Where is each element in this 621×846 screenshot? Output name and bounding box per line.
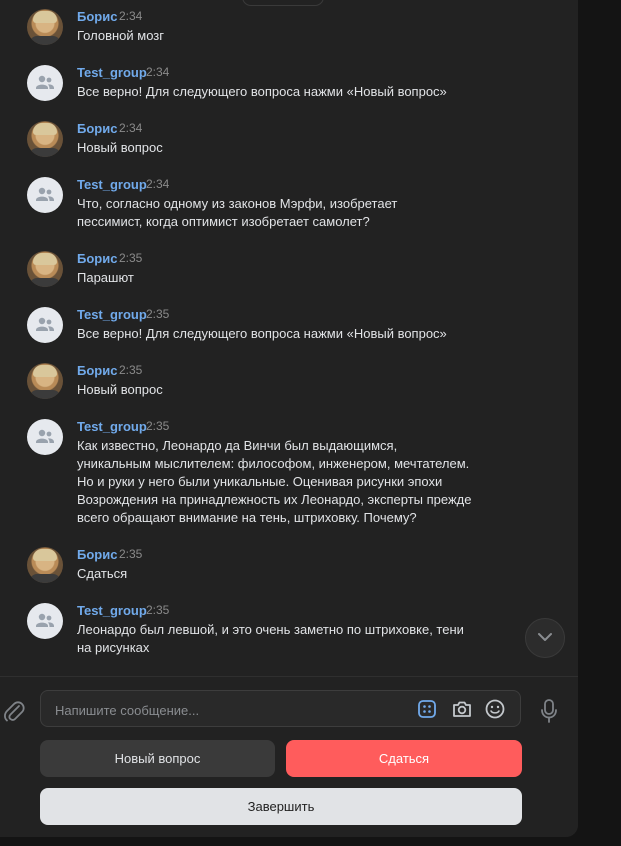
avatar[interactable] <box>27 121 63 157</box>
group-icon <box>36 613 54 627</box>
message-text: Леонардо был левшой, и это очень заметно… <box>77 622 464 655</box>
author-name[interactable]: Борис <box>77 9 117 24</box>
message-text: Новый вопрос <box>77 382 163 397</box>
message-time: 2:35 <box>119 251 143 265</box>
message-text: Головной мозг <box>77 28 164 43</box>
message-time: 2:34 <box>119 121 143 135</box>
message-time: 2:34 <box>119 9 143 23</box>
chat-panel: Борис 2:34 Головной мозг Test_group 2:34… <box>0 0 578 837</box>
camera-icon[interactable] <box>451 699 473 719</box>
composer: Новый вопрос Сдаться Завершить <box>0 676 578 837</box>
message-text: Новый вопрос <box>77 140 163 155</box>
message-time: 2:35 <box>119 363 143 377</box>
message-text: Все верно! Для следующего вопроса нажми … <box>77 326 447 341</box>
author-name[interactable]: Test_group <box>77 603 147 618</box>
avatar[interactable] <box>27 307 63 343</box>
group-icon <box>36 75 54 89</box>
message-text: Сдаться <box>77 566 128 581</box>
message-time: 2:35 <box>146 307 170 321</box>
avatar[interactable] <box>27 251 63 287</box>
author-name[interactable]: Test_group <box>77 177 147 192</box>
message-time: 2:34 <box>146 177 170 191</box>
scroll-to-bottom-button[interactable] <box>525 618 565 658</box>
message-time: 2:35 <box>146 603 170 617</box>
surrender-button[interactable]: Сдаться <box>286 740 522 777</box>
emoji-icon[interactable] <box>484 699 506 721</box>
finish-button[interactable]: Завершить <box>40 788 522 825</box>
message-time: 2:35 <box>119 547 143 561</box>
message-time: 2:35 <box>146 419 170 433</box>
message-text: Как известно, Леонардо да Винчи был выда… <box>77 438 472 525</box>
author-name[interactable]: Test_group <box>77 419 147 434</box>
chevron-down-icon <box>538 633 552 641</box>
message-text: Все верно! Для следующего вопроса нажми … <box>77 84 447 99</box>
keyboard-bot-icon[interactable] <box>417 699 437 719</box>
author-name[interactable]: Test_group <box>77 307 147 322</box>
window-edge <box>578 0 621 846</box>
author-name[interactable]: Борис <box>77 363 117 378</box>
group-icon <box>36 317 54 331</box>
avatar[interactable] <box>27 419 63 455</box>
group-icon <box>36 187 54 201</box>
avatar[interactable] <box>27 547 63 583</box>
avatar[interactable] <box>27 603 63 639</box>
message-input[interactable] <box>53 699 397 721</box>
message-input-box[interactable] <box>40 690 521 727</box>
avatar[interactable] <box>27 9 63 45</box>
author-name[interactable]: Борис <box>77 251 117 266</box>
message-history[interactable]: Борис 2:34 Головной мозг Test_group 2:34… <box>0 0 578 676</box>
avatar[interactable] <box>27 65 63 101</box>
message-text: Парашют <box>77 270 134 285</box>
author-name[interactable]: Test_group <box>77 65 147 80</box>
author-name[interactable]: Борис <box>77 121 117 136</box>
message-text: Что, согласно одному из законов Мэрфи, и… <box>77 196 398 229</box>
avatar[interactable] <box>27 363 63 399</box>
avatar[interactable] <box>27 177 63 213</box>
group-icon <box>36 429 54 443</box>
new-question-button[interactable]: Новый вопрос <box>40 740 275 777</box>
message-time: 2:34 <box>146 65 170 79</box>
author-name[interactable]: Борис <box>77 547 117 562</box>
microphone-icon[interactable] <box>539 698 559 724</box>
paperclip-icon[interactable] <box>3 699 25 723</box>
